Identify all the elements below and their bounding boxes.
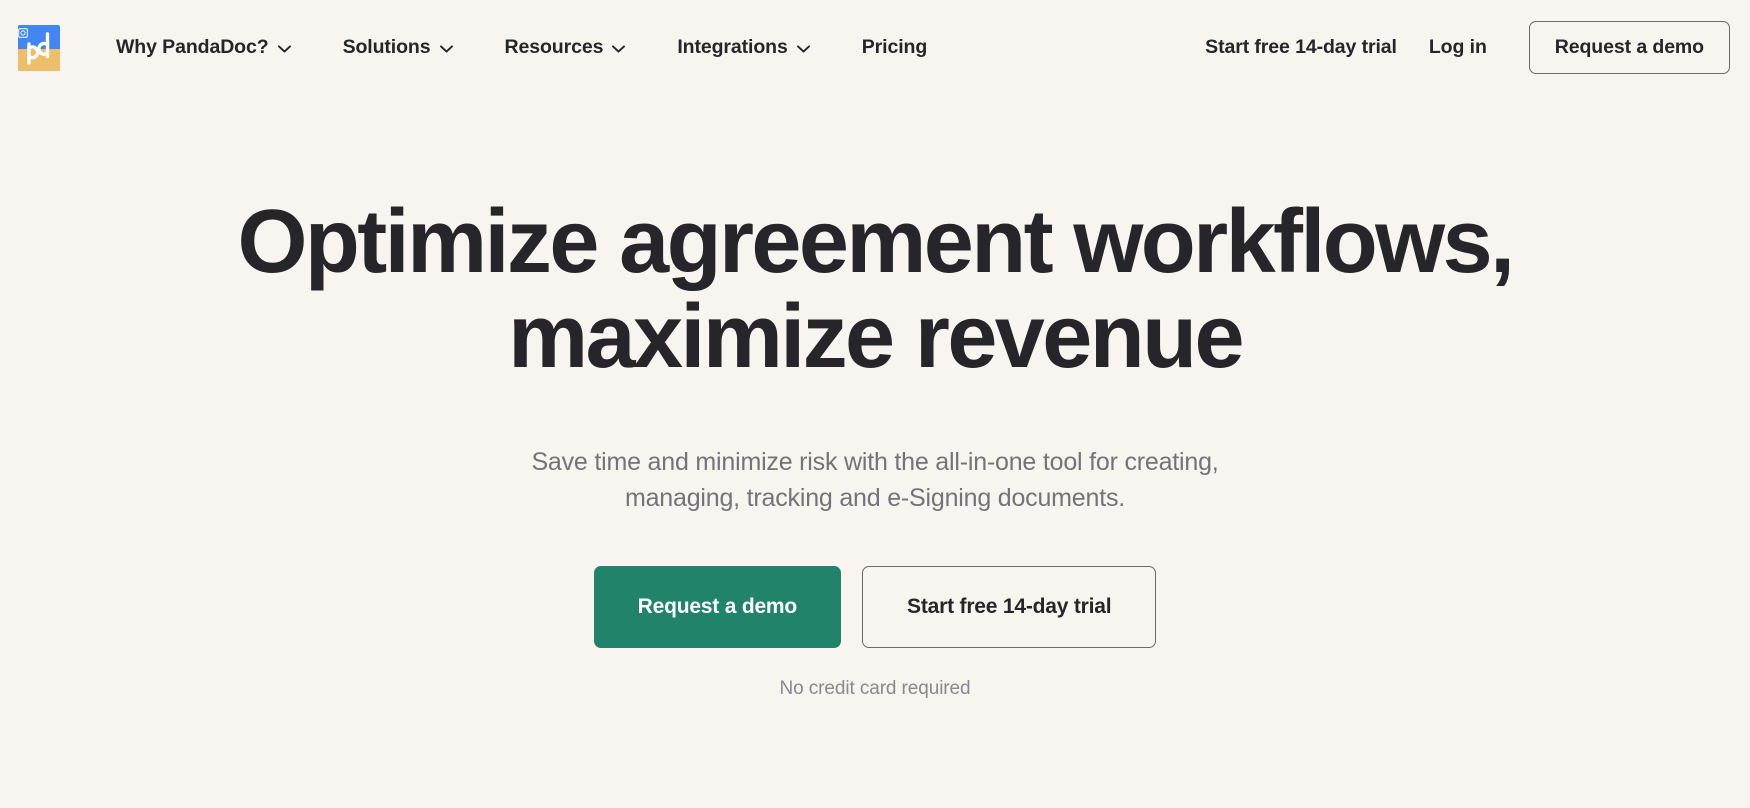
page-title: Optimize agreement workflows, maximize r… [165, 192, 1585, 388]
nav-item-label: Resources [504, 36, 604, 58]
nav-item-why-pandadoc[interactable]: Why PandaDoc? [90, 26, 317, 69]
nav-item-integrations[interactable]: Integrations [651, 26, 835, 69]
hero-section: Optimize agreement workflows, maximize r… [0, 95, 1750, 700]
nav-item-solutions[interactable]: Solutions [317, 26, 479, 69]
chevron-down-icon [612, 44, 626, 53]
nav-request-demo-button[interactable]: Request a demo [1528, 21, 1730, 74]
nav-actions: Start free 14-day trial Log in Request a… [1189, 21, 1730, 74]
primary-nav-items: Why PandaDoc? Solutions Resources Integr… [90, 26, 953, 69]
hero-cta-row: Request a demo Start free 14-day trial [0, 566, 1750, 649]
headline-line-2: maximize revenue [508, 287, 1244, 388]
no-credit-card-note: No credit card required [779, 678, 971, 700]
subheading-line-1: Save time and minimize risk with the all… [531, 447, 1219, 476]
nav-item-label: Pricing [861, 36, 928, 58]
subheading-line-2: managing, tracking and e-Signing documen… [624, 484, 1126, 513]
nav-item-label: Why PandaDoc? [116, 36, 269, 58]
nav-item-label: Solutions [342, 36, 431, 58]
chevron-down-icon [277, 44, 291, 53]
chevron-down-icon [439, 44, 453, 53]
hero-subheading: Save time and minimize risk with the all… [485, 444, 1265, 517]
nav-item-label: Integrations [677, 36, 788, 58]
nav-item-resources[interactable]: Resources [479, 26, 652, 69]
hero-request-demo-button[interactable]: Request a demo [593, 566, 842, 649]
top-navigation-bar: Why PandaDoc? Solutions Resources Integr… [0, 0, 1750, 95]
nav-start-free-trial-link[interactable]: Start free 14-day trial [1189, 26, 1413, 69]
nav-item-pricing[interactable]: Pricing [836, 26, 953, 69]
registered-trademark-icon [18, 27, 28, 38]
nav-login-link[interactable]: Log in [1413, 26, 1503, 69]
headline-line-1: Optimize agreement workflows, [237, 192, 1516, 292]
chevron-down-icon [796, 44, 810, 53]
hero-start-free-trial-button[interactable]: Start free 14-day trial [862, 566, 1157, 649]
pandadoc-logo[interactable] [18, 24, 60, 71]
